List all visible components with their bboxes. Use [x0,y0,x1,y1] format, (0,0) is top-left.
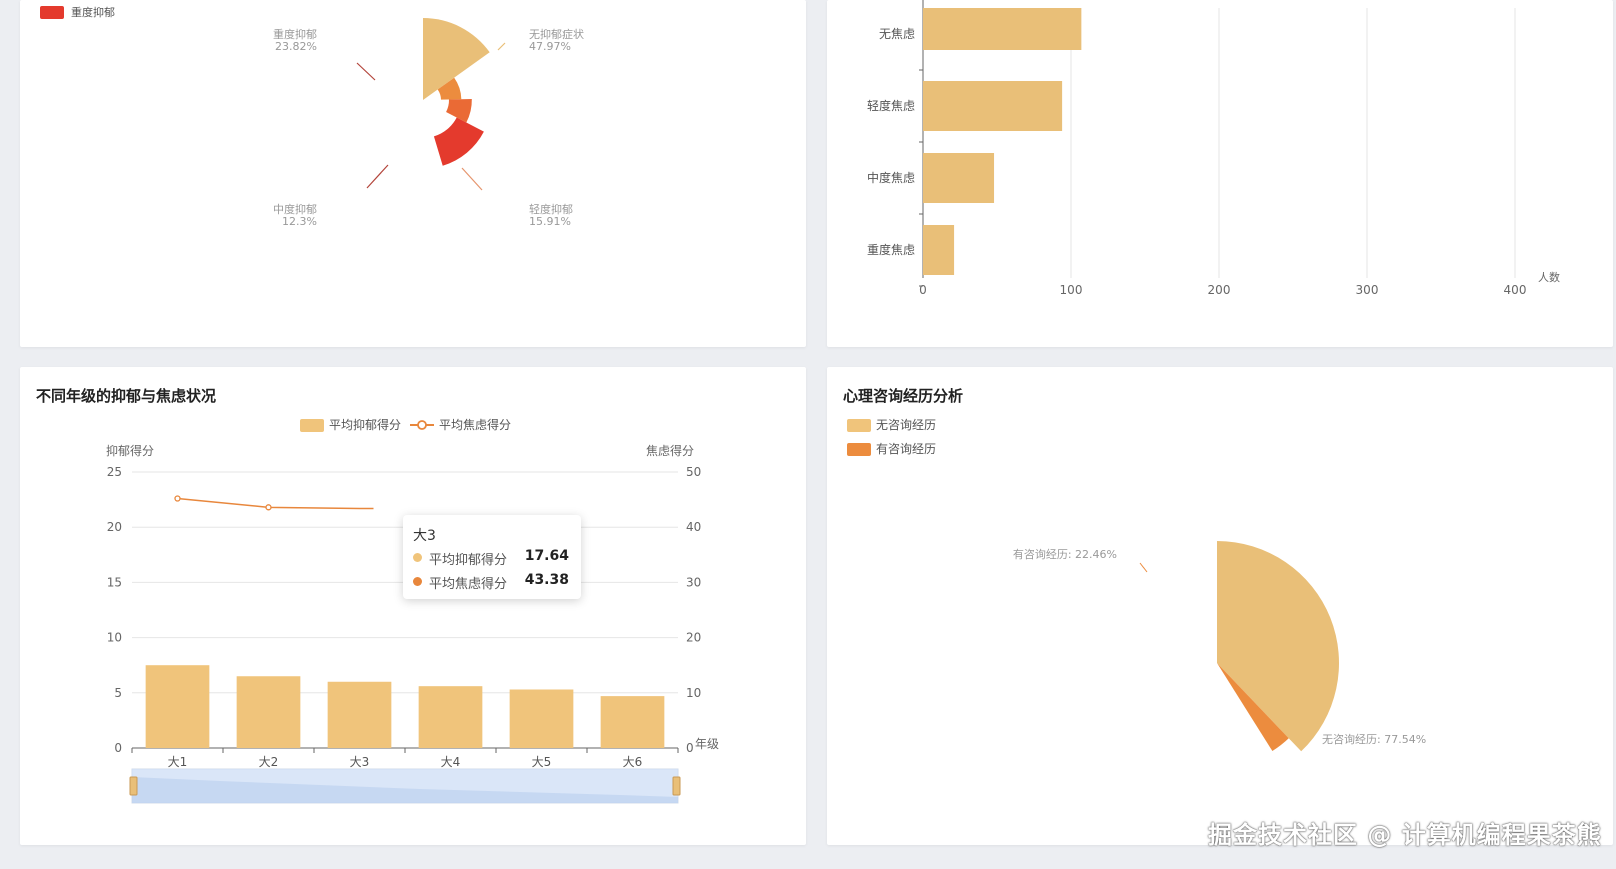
depression-bar[interactable] [509,689,574,748]
x-category-label: 大2 [259,755,279,769]
tooltip-row-anxiety: 平均焦虑得分 43.38 [413,571,573,592]
left-tick-label: 20 [107,520,122,534]
anxiety-bar-chart: 0 100 200 300 400 人数 无焦虑轻度焦虑中度焦虑重度焦虑 [867,0,1560,297]
anxiety-point[interactable] [174,495,181,502]
y-category-label: 无焦虑 [879,27,915,41]
legend-swatch-depression[interactable] [300,419,324,432]
anxiety-bar[interactable] [923,225,955,275]
slice-name-none: 无抑郁症状 [529,27,584,41]
legend-swatch-no-consult[interactable] [847,419,871,432]
consultation-pie-chart: 无咨询经历 有咨询经历 有咨询经历: 22.46% 无咨询经历: 77.54% [847,417,1426,752]
x-tick-label: 200 [1208,283,1231,297]
legend-marker-anxiety[interactable] [417,420,427,430]
label-line-moderate [366,164,389,189]
legend-label-severe[interactable]: 重度抑郁 [71,5,115,19]
x-tick-label: 300 [1356,283,1379,297]
slice-name-moderate: 中度抑郁 [273,202,317,216]
right-tick-label: 10 [686,686,701,700]
x-category-label: 大1 [168,755,188,769]
left-axis-name: 抑郁得分 [106,443,154,458]
label-line-severe [356,62,376,81]
pie-label-line-consult [1139,562,1148,573]
zoom-handle-right[interactable] [672,776,681,796]
depression-rose-chart: 重度抑郁 重度抑郁 23.82% 无抑郁症状 47.97% 中度抑郁 12.3%… [40,5,584,228]
left-tick-label: 15 [107,575,122,589]
slice-pct-severe: 23.82% [275,40,317,53]
slice-name-mild: 轻度抑郁 [529,202,573,216]
y-category-label: 重度焦虑 [867,242,915,257]
slice-name-severe: 重度抑郁 [273,27,317,41]
anxiety-bar[interactable] [923,153,995,203]
pie-label-consult: 有咨询经历: 22.46% [1013,547,1117,561]
legend-label-anxiety[interactable]: 平均焦虑得分 [439,417,511,432]
depression-distribution-card: 重度抑郁 重度抑郁 23.82% 无抑郁症状 47.97% 中度抑郁 12.3%… [20,0,806,347]
pie-label-no-consult: 无咨询经历: 77.54% [1322,732,1426,746]
slice-pct-moderate: 12.3% [282,215,317,228]
left-tick-label: 25 [107,465,122,479]
right-tick-label: 30 [686,575,701,589]
legend-swatch-consult[interactable] [847,443,871,456]
legend-swatch-severe[interactable] [40,6,64,19]
right-tick-label: 50 [686,465,701,479]
x-tick-label: 400 [1504,283,1527,297]
tooltip-dot-anxiety [413,577,422,586]
right-tick-label: 20 [686,631,701,645]
label-line-mild [461,167,483,191]
slice-pct-mild: 15.91% [529,215,571,228]
left-tick-label: 5 [114,686,122,700]
x-axis-name: 人数 [1538,271,1560,284]
label-line-none [497,42,506,51]
anxiety-point[interactable] [265,504,272,511]
zoom-handle-left[interactable] [129,776,138,796]
slice-pct-none: 47.97% [529,40,571,53]
pie-slice-no-consult[interactable] [1217,541,1339,752]
data-zoom-slider[interactable] [129,768,681,804]
x-category-label: 大5 [532,755,552,769]
grade-chart-card: 不同年级的抑郁与焦虑状况 平均抑郁得分 平均焦虑得分 抑郁得分 焦虑得分 年级 … [20,367,806,845]
left-tick-label: 0 [114,741,122,755]
consultation-chart-title: 心理咨询经历分析 [843,387,964,405]
grade-combo-chart: 平均抑郁得分 平均焦虑得分 抑郁得分 焦虑得分 年级 0 5 10 15 20 25 0 10… [106,417,719,804]
x-tick-label: 100 [1060,283,1083,297]
x-category-label: 大3 [350,755,370,769]
watermark-text: 掘金技术社区 @ 计算机编程果茶熊 [1208,821,1602,849]
depression-bar[interactable] [236,676,301,748]
consultation-card: 心理咨询经历分析 无咨询经历 有咨询经历 有咨询经历: 22.46% 无咨询经历… [827,367,1613,845]
right-tick-label: 40 [686,520,701,534]
x-category-label: 大6 [623,755,643,769]
anxiety-distribution-card: 0 100 200 300 400 人数 无焦虑轻度焦虑中度焦虑重度焦虑 [827,0,1613,347]
right-tick-label: 0 [686,741,694,755]
anxiety-line[interactable] [177,497,374,510]
right-axis-name: 焦虑得分 [646,443,694,458]
x-tick-label: 0 [919,283,927,297]
y-category-label: 轻度焦虑 [867,98,915,113]
depression-bar[interactable] [327,681,392,748]
anxiety-bar[interactable] [923,8,1082,50]
anxiety-bar[interactable] [923,81,1063,131]
legend-label-depression[interactable]: 平均抑郁得分 [329,417,401,432]
tooltip-dot-depression [413,553,422,562]
left-tick-label: 10 [107,631,122,645]
tooltip-title: 大3 [413,528,436,544]
tooltip-name-depression: 平均抑郁得分 [429,553,508,568]
grade-chart-title: 不同年级的抑郁与焦虑状况 [36,387,217,405]
y-category-label: 中度焦虑 [867,170,915,185]
tooltip-row-depression: 平均抑郁得分 17.64 [413,547,573,568]
x-axis-name: 年级 [695,737,719,751]
tooltip-name-anxiety: 平均焦虑得分 [429,577,508,592]
chart-tooltip: 大3 平均抑郁得分 17.64 平均焦虑得分 43.38 [403,515,581,599]
tooltip-value-anxiety: 43.38 [524,572,569,588]
legend-label-consult[interactable]: 有咨询经历 [876,441,936,456]
legend-label-no-consult[interactable]: 无咨询经历 [876,417,936,432]
depression-bar[interactable] [418,686,483,748]
x-category-label: 大4 [441,755,461,769]
depression-bar[interactable] [600,696,665,748]
rose-slice[interactable] [433,117,484,166]
depression-bar[interactable] [145,665,210,748]
tooltip-value-depression: 17.64 [524,548,569,564]
